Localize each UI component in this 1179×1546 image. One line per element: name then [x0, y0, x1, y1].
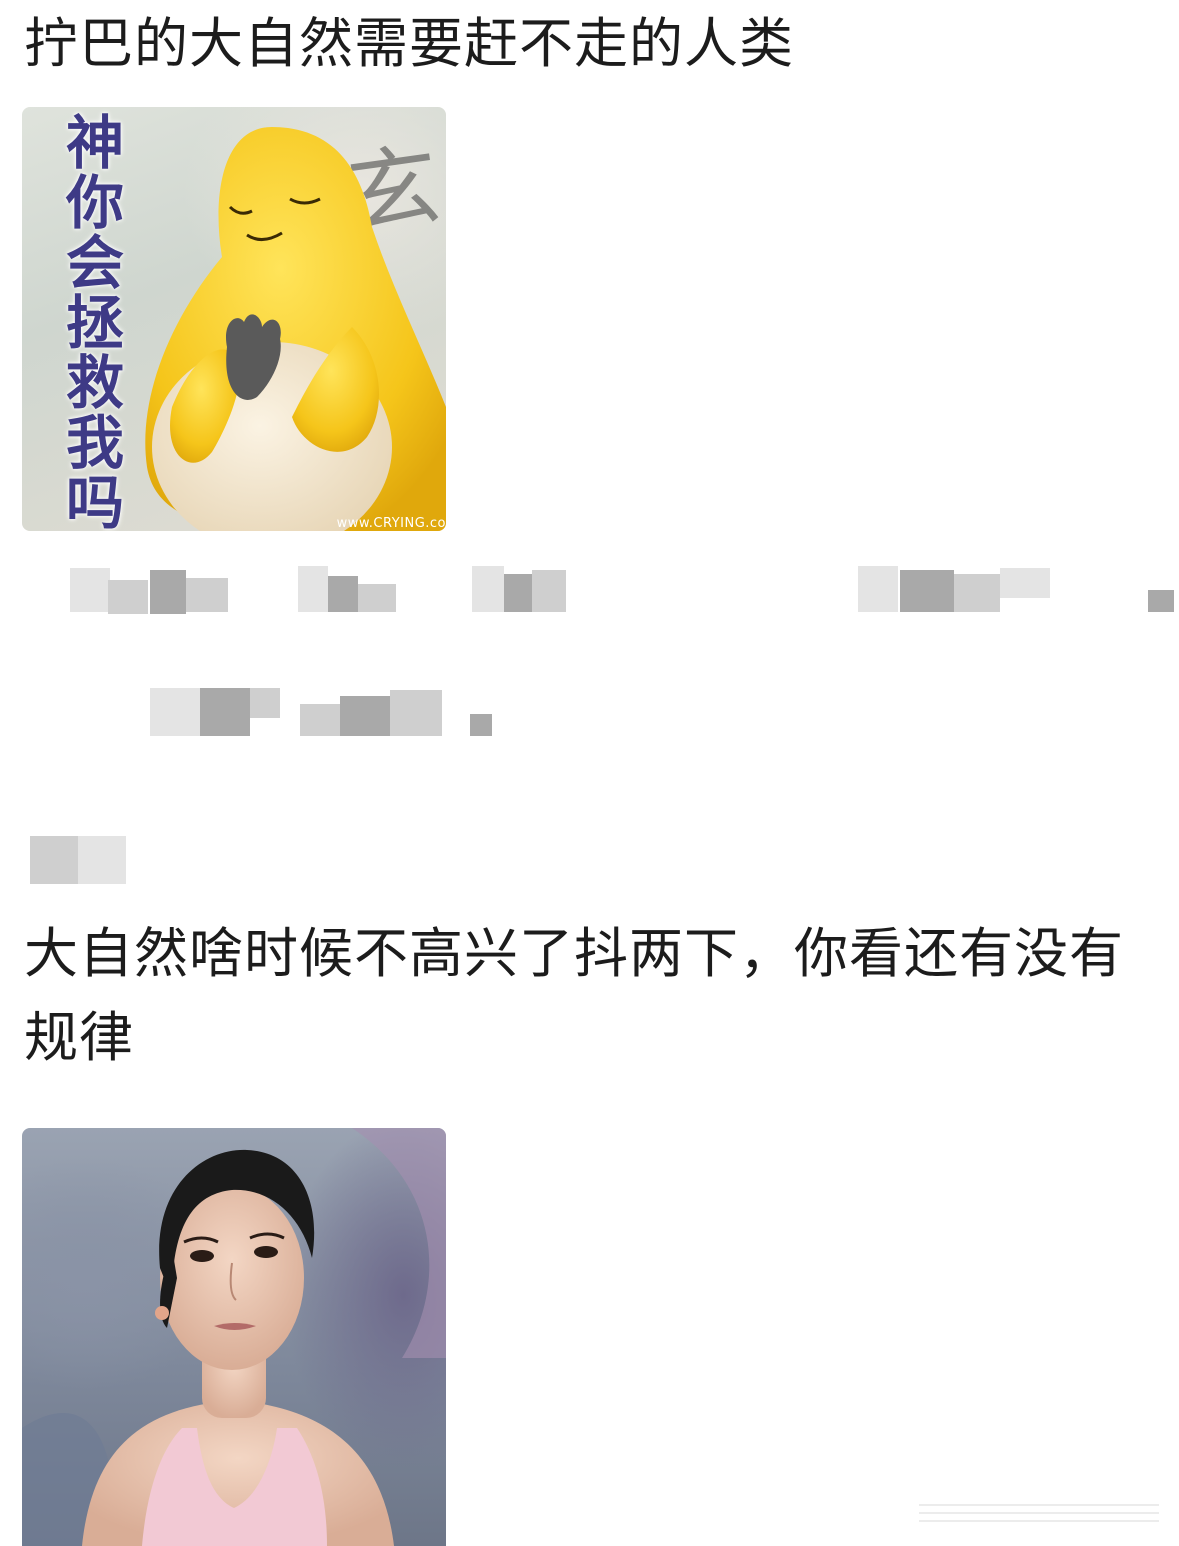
caption-char: 你 [65, 169, 124, 237]
woman-illustration [22, 1128, 446, 1546]
caption-char: 神 [65, 109, 124, 177]
meme-image-praying-creature[interactable]: 玄 神 你 会 拯 救 我 吗 www.CRYING.co [22, 107, 446, 531]
caption-char: 救 [65, 349, 124, 417]
faded-watermark-lines [919, 1504, 1159, 1522]
reply-text: 大自然啥时候不高兴了抖两下，你看还有没有规律 [24, 922, 1124, 1069]
caption-char: 我 [65, 409, 124, 477]
post-title-text: 拧巴的大自然需要赶不走的人类 [24, 12, 794, 75]
caption-char: 拯 [65, 289, 124, 357]
caption-char: 会 [65, 229, 124, 297]
meme-caption-vertical: 神 你 会 拯 救 我 吗 [30, 113, 160, 531]
caption-char: 吗 [65, 469, 124, 531]
watermark: www.CRYING.co [336, 516, 446, 531]
meme-image-reaction-woman[interactable] [22, 1128, 446, 1546]
